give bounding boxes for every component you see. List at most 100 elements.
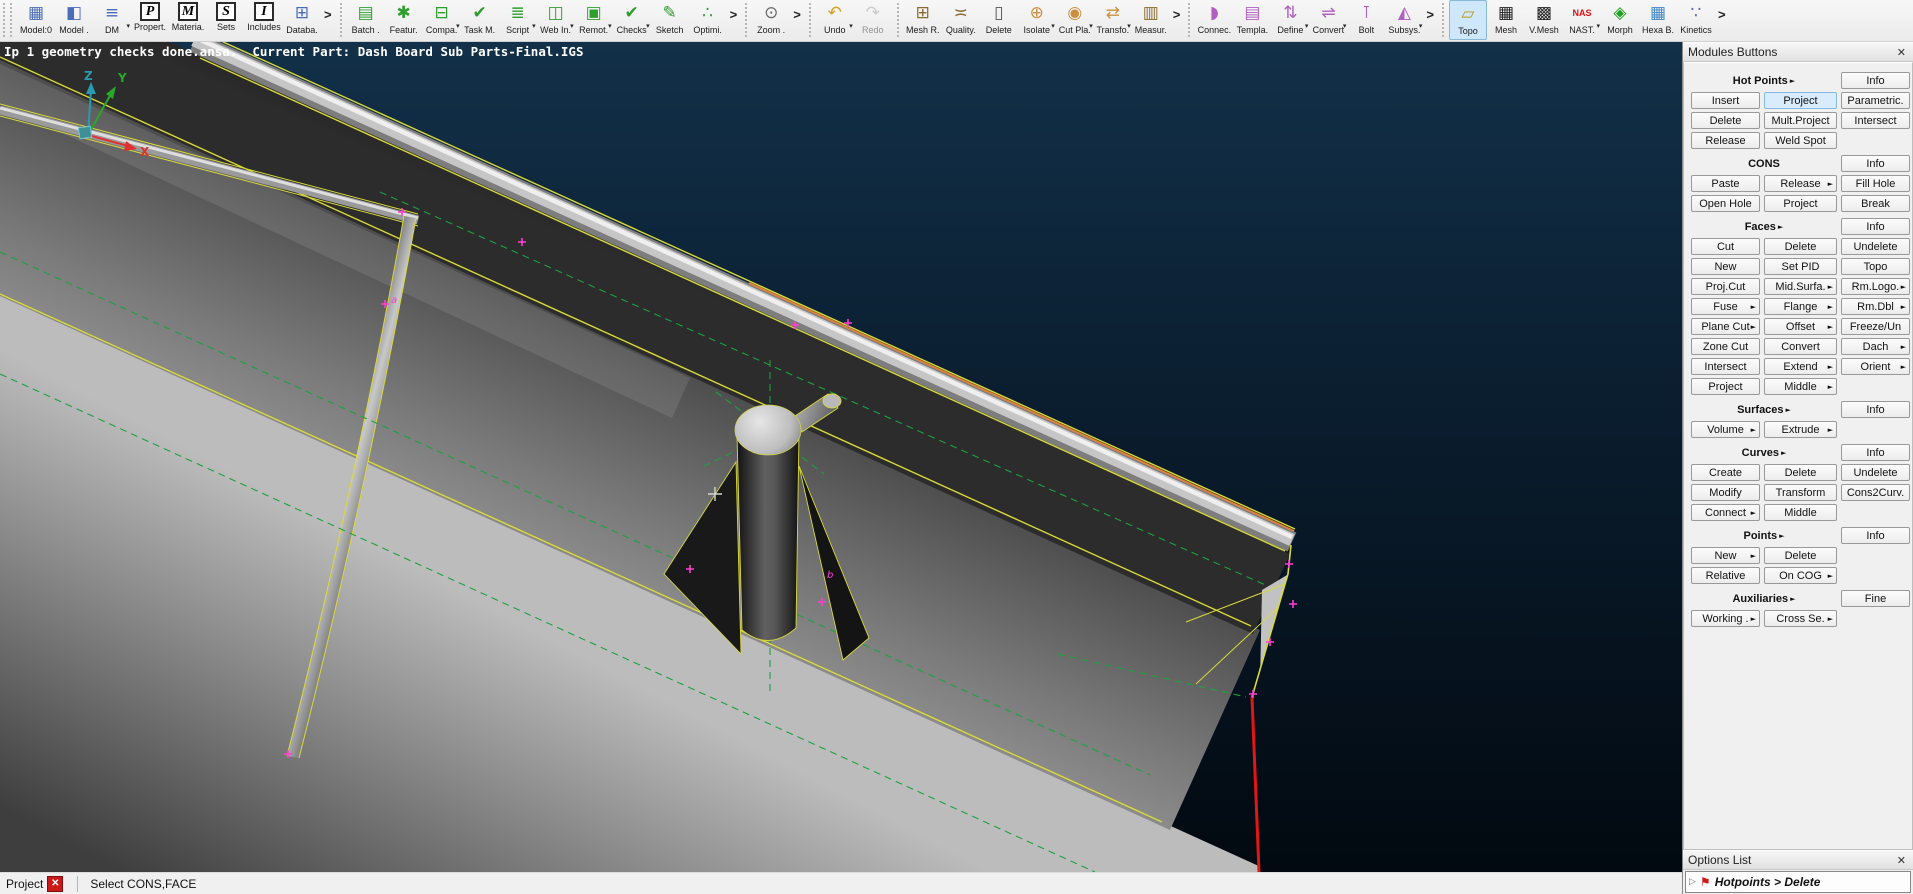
button-faces-zone-cut[interactable]: Zone Cut [1691, 338, 1760, 355]
button-hot-points-info[interactable]: Info [1841, 72, 1910, 89]
options-list-item[interactable]: ▷ ⚑ Hotpoints > Delete [1685, 871, 1911, 893]
button-curves-info[interactable]: Info [1841, 444, 1910, 461]
button-faces-convert[interactable]: Convert [1764, 338, 1837, 355]
button-faces-set-pid[interactable]: Set PID [1764, 258, 1837, 275]
viewport-canvas[interactable]: a b Z Y X [0, 42, 1682, 872]
dropdown-caret-icon[interactable]: ▾ [1596, 22, 1600, 30]
toolbar-button-materia[interactable]: M Materia. [169, 0, 207, 40]
button-curves-cons2curv[interactable]: Cons2Curv. [1841, 484, 1910, 501]
button-faces-mid-surfa[interactable]: Mid.Surfa. ► [1764, 278, 1837, 295]
button-cons-info[interactable]: Info [1841, 155, 1910, 172]
dropdown-caret-icon[interactable]: ▾ [1089, 22, 1093, 30]
toolbar-button-dm[interactable]: ≡ DM ▾ [93, 0, 131, 40]
toolbar-button-zoom[interactable]: ⊙ Zoom . [752, 0, 790, 40]
toolbar-button-redo[interactable]: ↷ Redo [854, 0, 892, 40]
options-list-close-icon[interactable]: ✕ [1895, 854, 1908, 867]
viewport-3d[interactable]: Ip 1 geometry checks done.ansa. Current … [0, 42, 1682, 872]
button-faces-offset[interactable]: Offset ► [1764, 318, 1837, 335]
dropdown-caret-icon[interactable]: ▾ [126, 22, 130, 30]
toolbar-button-batch[interactable]: ▤ Batch . [347, 0, 385, 40]
toolbar-button-web-in[interactable]: ◫ Web In. ▾ [537, 0, 575, 40]
toolbar-button-undo[interactable]: ↶ Undo ▾ [816, 0, 854, 40]
project-close-icon[interactable]: ✕ [47, 875, 64, 892]
button-curves-transform[interactable]: Transform [1764, 484, 1837, 501]
button-faces-rm-dbl[interactable]: Rm.Dbl ► [1841, 298, 1910, 315]
toolbar-button-propert[interactable]: P Propert. [131, 0, 169, 40]
button-auxiliaries-cross-se[interactable]: Cross Se. ► [1764, 610, 1837, 627]
toolbar-button-topo[interactable]: ▱ Topo [1448, 0, 1487, 40]
button-cons-break[interactable]: Break [1841, 195, 1910, 212]
section-header-auxiliaries[interactable]: Auxiliaries ► [1691, 590, 1837, 607]
button-faces-middle[interactable]: Middle ► [1764, 378, 1837, 395]
toolbar-button-connec[interactable]: ◗ Connec. [1195, 0, 1233, 40]
dropdown-caret-icon[interactable]: ▾ [1343, 22, 1347, 30]
button-faces-cut[interactable]: Cut [1691, 238, 1760, 255]
toolbar-button-sets[interactable]: S Sets [207, 0, 245, 40]
button-curves-connect[interactable]: Connect ► [1691, 504, 1760, 521]
toolbar-button-measur[interactable]: ▥ Measur. [1132, 0, 1170, 40]
button-hot-points-delete[interactable]: Delete [1691, 112, 1760, 129]
toolbar-button-sketch[interactable]: ✎ Sketch [651, 0, 689, 40]
button-points-new[interactable]: New ► [1691, 547, 1760, 564]
button-points-on-cog[interactable]: On COG ► [1764, 567, 1837, 584]
button-curves-delete[interactable]: Delete [1764, 464, 1837, 481]
button-surfaces-info[interactable]: Info [1841, 401, 1910, 418]
toolbar-button-remot[interactable]: ▣ Remot. ▾ [575, 0, 613, 40]
button-cons-project[interactable]: Project [1764, 195, 1837, 212]
button-faces-fuse[interactable]: Fuse ► [1691, 298, 1760, 315]
toolbar-overflow-chevron-icon[interactable]: > [790, 0, 804, 34]
button-surfaces-volume[interactable]: Volume ► [1691, 421, 1760, 438]
toolbar-button-transfo[interactable]: ⇄ Transfo. ▾ [1094, 0, 1132, 40]
toolbar-button-hexa-b[interactable]: ▦ Hexa B. [1639, 0, 1677, 40]
button-points-delete[interactable]: Delete [1764, 547, 1837, 564]
toolbar-button-define[interactable]: ⇅ Define ▾ [1271, 0, 1309, 40]
toolbar-overflow-chevron-icon[interactable]: > [1170, 0, 1184, 34]
dropdown-caret-icon[interactable]: ▾ [608, 22, 612, 30]
button-hot-points-insert[interactable]: Insert [1691, 92, 1760, 109]
dropdown-caret-icon[interactable]: ▾ [570, 22, 574, 30]
button-hot-points-weld-spot[interactable]: Weld Spot [1764, 132, 1837, 149]
button-cons-open-hole[interactable]: Open Hole [1691, 195, 1760, 212]
toolbar-button-mesh[interactable]: ▦ Mesh [1487, 0, 1525, 40]
button-hot-points-parametric[interactable]: Parametric. [1841, 92, 1910, 109]
dropdown-caret-icon[interactable]: ▾ [532, 22, 536, 30]
toolbar-button-templa[interactable]: ▤ Templa. [1233, 0, 1271, 40]
button-cons-paste[interactable]: Paste [1691, 175, 1760, 192]
button-curves-undelete[interactable]: Undelete [1841, 464, 1910, 481]
button-hot-points-intersect[interactable]: Intersect [1841, 112, 1910, 129]
toolbar-overflow-chevron-icon[interactable]: > [1423, 0, 1437, 34]
toolbar-button-kinetics[interactable]: ∵ Kinetics [1677, 0, 1715, 40]
dropdown-caret-icon[interactable]: ▾ [849, 22, 853, 30]
toolbar-button-optimi[interactable]: ∴ Optimi. [689, 0, 727, 40]
dropdown-caret-icon[interactable]: ▾ [456, 22, 460, 30]
button-faces-plane-cut[interactable]: Plane Cut ► [1691, 318, 1760, 335]
button-hot-points-project[interactable]: Project [1764, 92, 1837, 109]
toolbar-button-includes[interactable]: I Includes [245, 0, 283, 40]
section-header-points[interactable]: Points ► [1691, 527, 1837, 544]
toolbar-button-model-0[interactable]: ▦ Model:0 [17, 0, 55, 40]
button-faces-freeze-un[interactable]: Freeze/Un [1841, 318, 1910, 335]
button-faces-extend[interactable]: Extend ► [1764, 358, 1837, 375]
toolbar-button-convert[interactable]: ⇌ Convert ▾ [1309, 0, 1347, 40]
toolbar-button-quality[interactable]: ≍ Quality. [942, 0, 980, 40]
toolbar-overflow-chevron-icon[interactable]: > [321, 0, 335, 34]
button-faces-new[interactable]: New [1691, 258, 1760, 275]
button-faces-delete[interactable]: Delete [1764, 238, 1837, 255]
toolbar-button-databa[interactable]: ⊞ Databa. [283, 0, 321, 40]
toolbar-button-featur[interactable]: ✱ Featur. [385, 0, 423, 40]
toolbar-overflow-chevron-icon[interactable]: > [1715, 0, 1729, 34]
button-hot-points-mult-project[interactable]: Mult.Project [1764, 112, 1837, 129]
dropdown-caret-icon[interactable]: ▾ [1051, 22, 1055, 30]
expander-icon[interactable]: ▷ [1689, 877, 1696, 887]
section-header-cons[interactable]: CONS [1691, 155, 1837, 172]
button-cons-fill-hole[interactable]: Fill Hole [1841, 175, 1910, 192]
button-faces-dach[interactable]: Dach ► [1841, 338, 1910, 355]
toolbar-button-delete[interactable]: ▯ Delete [980, 0, 1018, 40]
toolbar-button-task-m[interactable]: ✔ Task M. [461, 0, 499, 40]
button-faces-proj-cut[interactable]: Proj.Cut [1691, 278, 1760, 295]
toolbar-drag-handle[interactable] [3, 3, 12, 37]
button-curves-create[interactable]: Create [1691, 464, 1760, 481]
button-auxiliaries-working[interactable]: Working . ► [1691, 610, 1760, 627]
button-faces-topo[interactable]: Topo [1841, 258, 1910, 275]
button-curves-middle[interactable]: Middle [1764, 504, 1837, 521]
